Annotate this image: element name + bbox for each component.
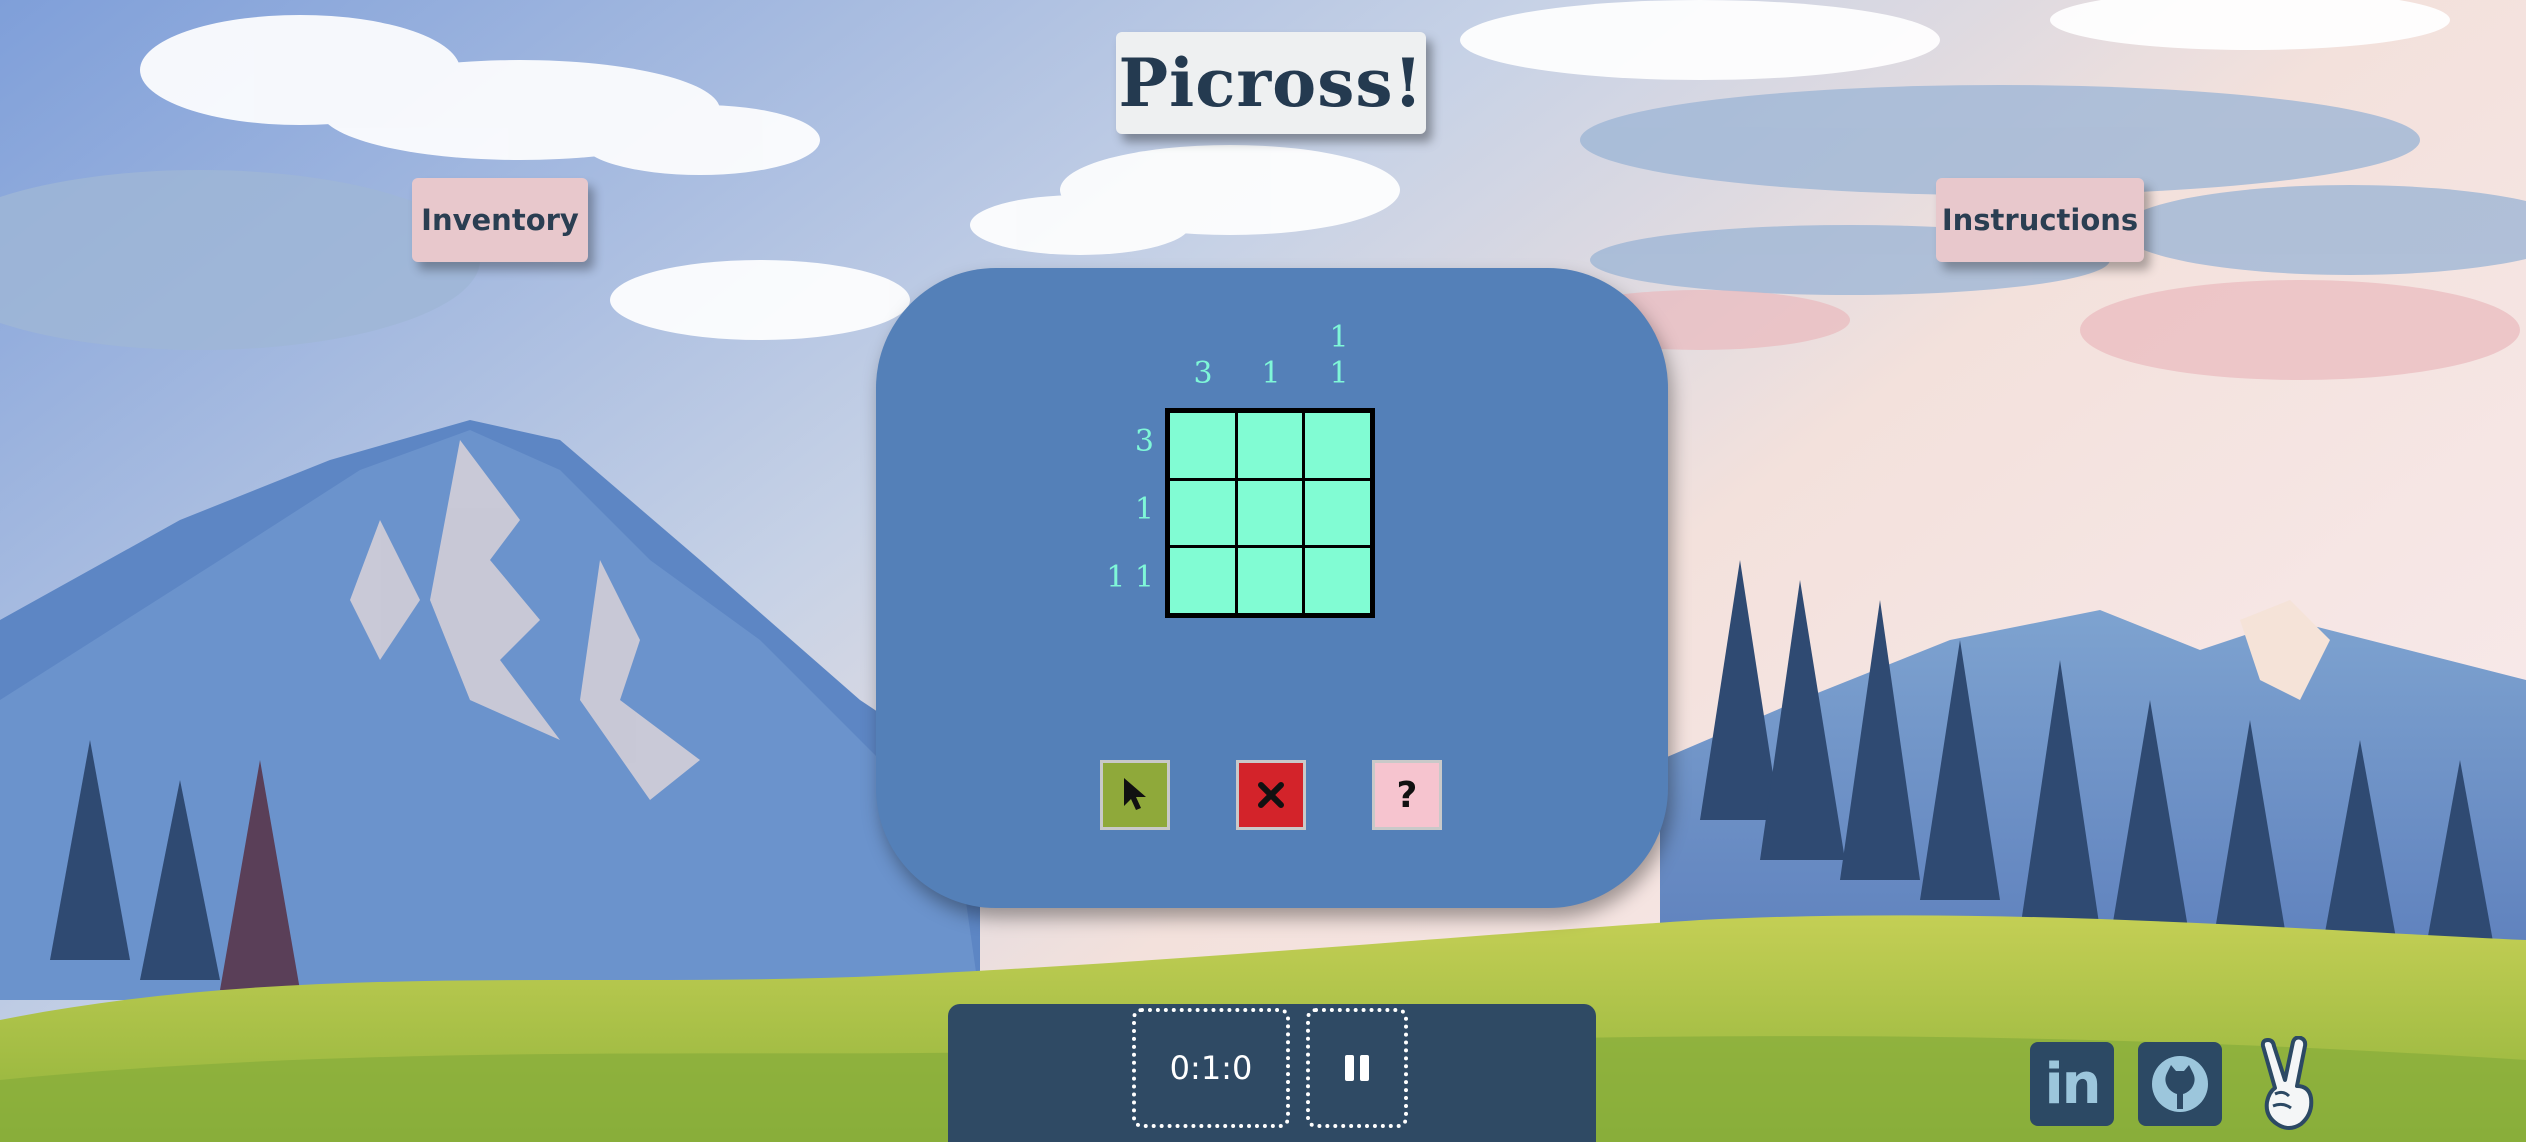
peace-hand-icon bbox=[2260, 1036, 2314, 1130]
picross-grid bbox=[1165, 408, 1375, 618]
github-icon bbox=[2152, 1056, 2208, 1112]
grid-cell-r1c2[interactable] bbox=[1237, 413, 1303, 478]
game-timer: 0:1:0 bbox=[1132, 1008, 1290, 1128]
row-clue-2: 1 bbox=[1134, 492, 1154, 527]
grid-cell-r1c3[interactable] bbox=[1305, 413, 1370, 478]
linkedin-icon: in bbox=[2044, 1051, 2101, 1117]
column-clue-3: 1 1 bbox=[1324, 320, 1354, 392]
column-clue-3-value-top: 1 bbox=[1329, 320, 1349, 355]
pause-icon bbox=[1345, 1055, 1369, 1081]
cursor-icon bbox=[1124, 778, 1146, 810]
fill-tool-button[interactable] bbox=[1100, 760, 1170, 830]
grid-cell-r1c1[interactable] bbox=[1170, 413, 1235, 478]
help-tool-button[interactable]: ? bbox=[1372, 760, 1442, 830]
cross-icon bbox=[1258, 782, 1284, 808]
column-clue-2: 1 bbox=[1256, 356, 1286, 391]
grid-cell-r3c1[interactable] bbox=[1170, 548, 1235, 613]
column-clue-3-value-bottom: 1 bbox=[1329, 356, 1349, 391]
inventory-button[interactable]: Inventory bbox=[412, 178, 588, 262]
column-clue-2-value: 1 bbox=[1261, 356, 1281, 391]
github-link[interactable] bbox=[2138, 1042, 2222, 1126]
linkedin-link[interactable]: in bbox=[2030, 1042, 2114, 1126]
row-clue-1: 3 bbox=[1134, 424, 1154, 459]
page-title: Picross! bbox=[1118, 44, 1424, 122]
grid-cell-r2c3[interactable] bbox=[1305, 480, 1370, 546]
grid-cell-r2c1[interactable] bbox=[1170, 480, 1235, 546]
portfolio-link[interactable] bbox=[2246, 1036, 2330, 1130]
title-card: Picross! bbox=[1116, 32, 1426, 134]
column-clue-1-value: 3 bbox=[1193, 356, 1213, 391]
grid-cell-r3c3[interactable] bbox=[1305, 548, 1370, 613]
column-clue-1: 3 bbox=[1188, 356, 1218, 391]
row-clue-3: 1 1 bbox=[1106, 560, 1154, 595]
grid-cell-r2c2[interactable] bbox=[1237, 480, 1303, 546]
pause-button[interactable] bbox=[1306, 1008, 1408, 1128]
grid-cell-r3c2[interactable] bbox=[1237, 548, 1303, 613]
cross-tool-button[interactable] bbox=[1236, 760, 1306, 830]
question-icon: ? bbox=[1396, 774, 1418, 816]
instructions-button[interactable]: Instructions bbox=[1936, 178, 2144, 262]
